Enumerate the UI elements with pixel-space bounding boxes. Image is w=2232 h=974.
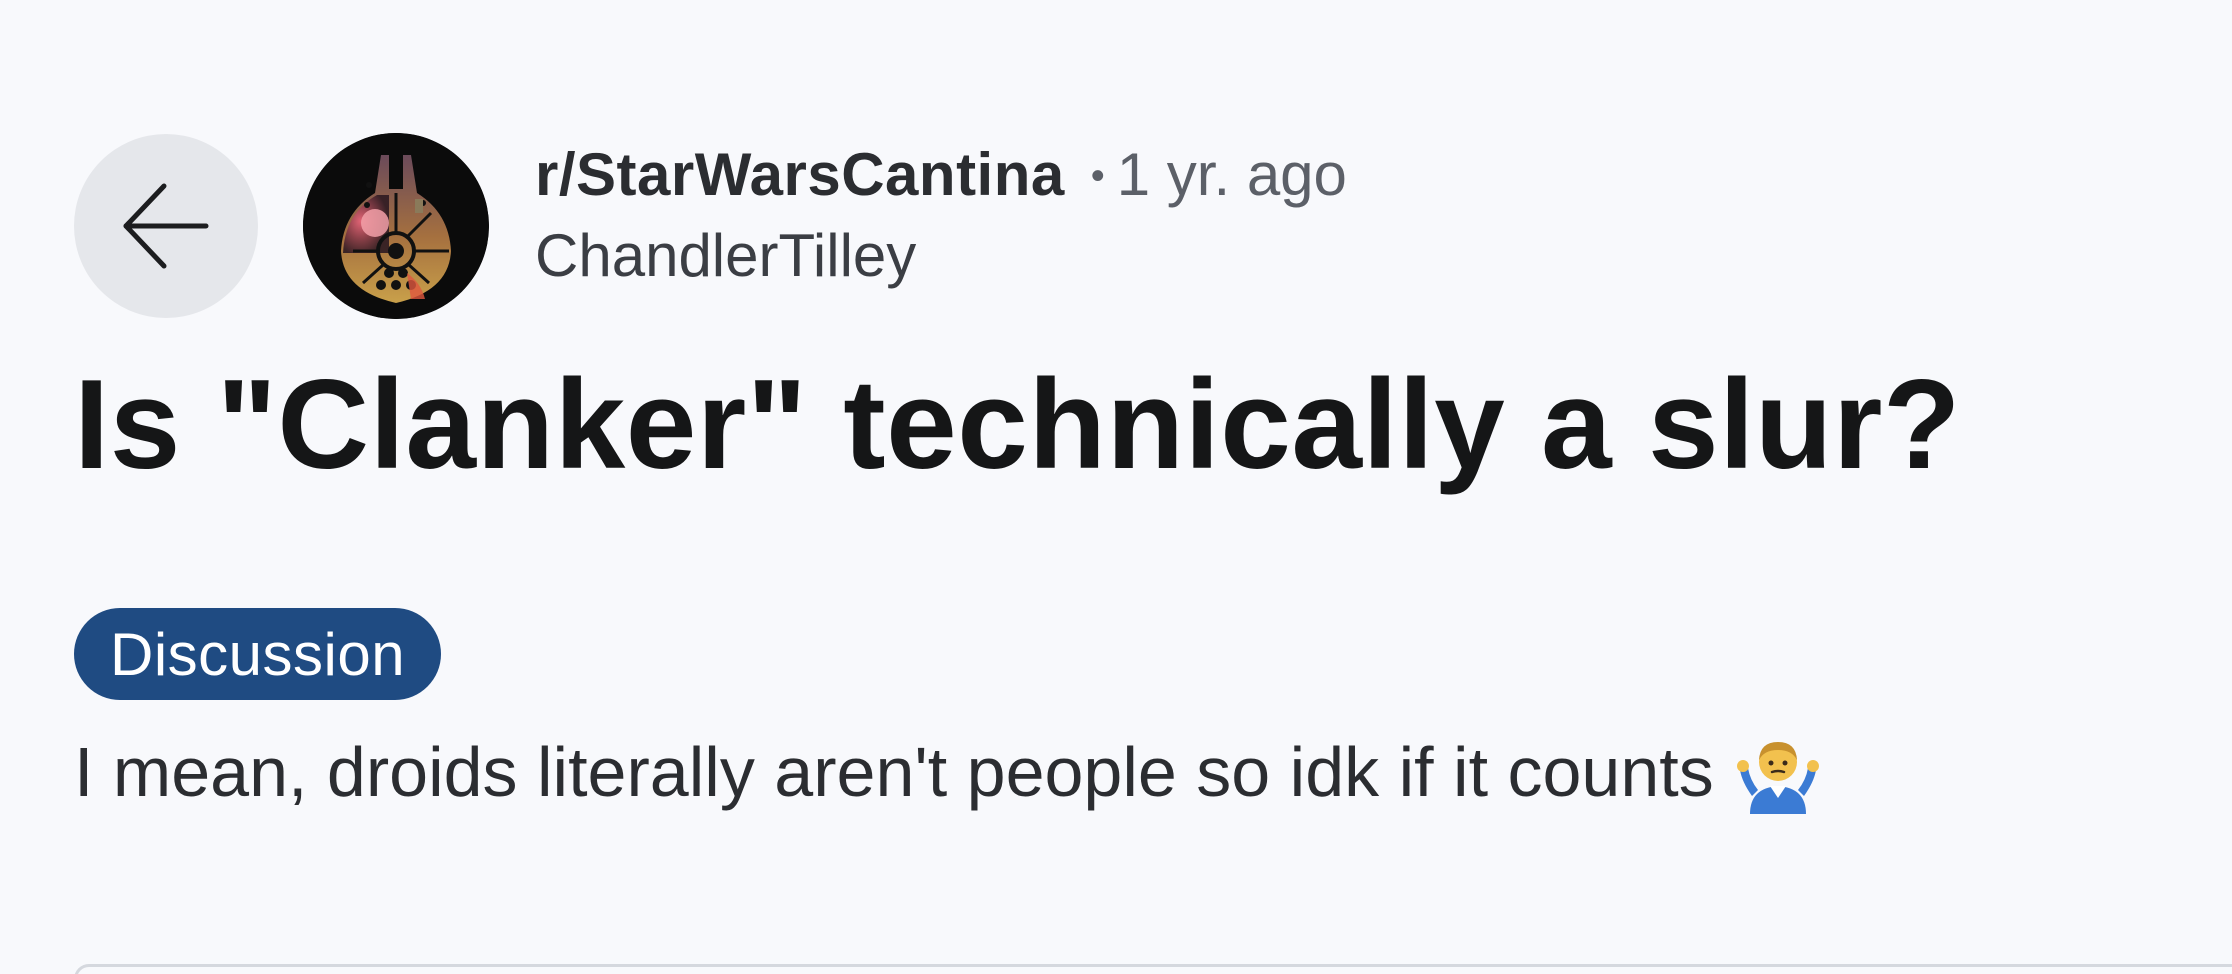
subreddit-link[interactable]: r/StarWarsCantina (535, 140, 1065, 209)
subreddit-avatar[interactable] (303, 133, 489, 319)
millennium-falcon-icon (303, 133, 489, 319)
post-title: Is "Clanker" technically a slur? (74, 353, 1961, 495)
flair-label: Discussion (110, 620, 406, 688)
person-shrugging-icon (1736, 730, 1820, 814)
content-divider (74, 964, 2232, 974)
post-body: I mean, droids literally aren't people s… (74, 730, 1820, 814)
meta-separator: • (1090, 154, 1105, 198)
flair-badge[interactable]: Discussion (74, 608, 442, 700)
post-body-text: I mean, droids literally aren't people s… (74, 733, 1714, 811)
post-page: r/StarWarsCantina • 1 yr. ago ChandlerTi… (0, 0, 2232, 974)
post-timestamp: 1 yr. ago (1116, 141, 1347, 208)
author-link[interactable]: ChandlerTilley (535, 221, 1347, 290)
arrow-left-icon (123, 183, 209, 269)
meta-line: r/StarWarsCantina • 1 yr. ago (535, 140, 1347, 209)
back-button[interactable] (74, 134, 258, 318)
post-meta: r/StarWarsCantina • 1 yr. ago ChandlerTi… (535, 140, 1347, 290)
